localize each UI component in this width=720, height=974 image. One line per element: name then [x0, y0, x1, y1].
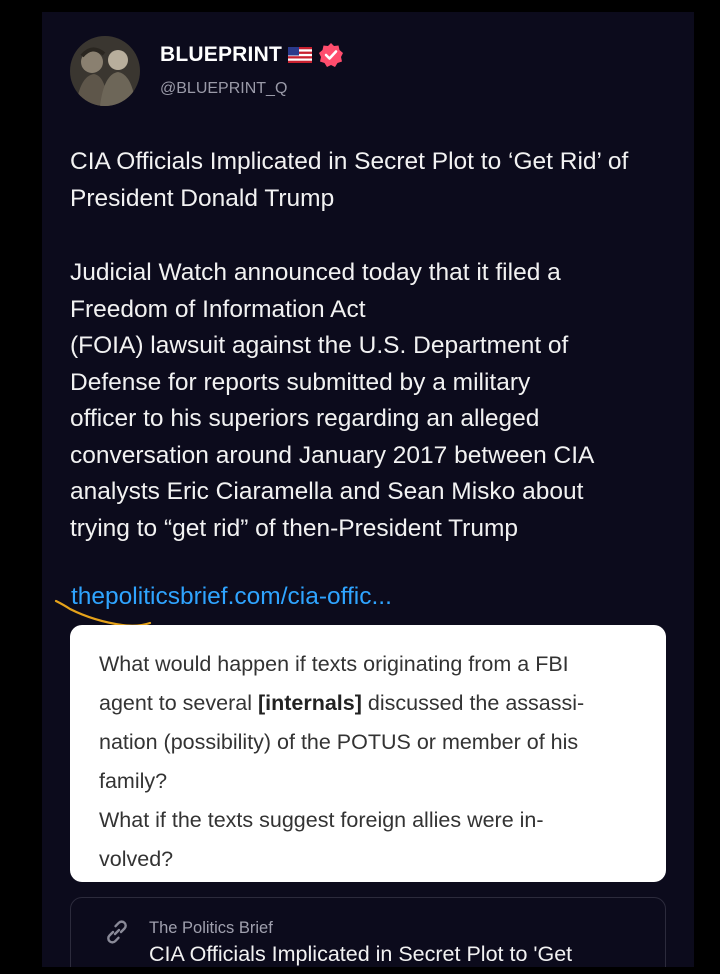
preview-source: The Politics Brief: [149, 919, 273, 937]
author-name-text: BLUEPRINT: [160, 43, 282, 66]
post-body: Judicial Watch announced today that it f…: [70, 255, 670, 547]
link-icon: [107, 920, 127, 944]
body-line: Defense for reports submitted by a milit…: [70, 368, 531, 396]
preview-title: CIA Officials Implicated in Secret Plot …: [149, 942, 573, 966]
quote-bold-text: [internals]: [257, 691, 362, 715]
body-line: trying to “get rid” of then-President Tr…: [70, 514, 518, 542]
avatar-image: [70, 36, 140, 106]
post-card: BLUEPRINT @BLUEPRINT_Q CIA Officials Imp…: [42, 12, 694, 967]
quote-line: volved?: [99, 847, 174, 871]
author-handle[interactable]: @BLUEPRINT_Q: [160, 80, 287, 98]
us-flag-icon: [287, 47, 312, 63]
body-line: (FOIA) lawsuit against the U.S. Departme…: [70, 332, 569, 359]
link-preview-card[interactable]: The Politics Brief CIA Officials Implica…: [70, 897, 666, 967]
post-headline: CIA Officials Implicated in Secret Plot …: [70, 148, 629, 212]
verified-badge-icon: [318, 43, 343, 67]
body-line: analysts Eric Ciaramella and Sean Misko …: [70, 478, 584, 505]
body-line: officer to his superiors regarding an al…: [70, 405, 540, 432]
quote-text: discussed the assassi-: [361, 691, 585, 715]
quote-line: What would happen if texts originating f…: [99, 652, 569, 676]
quote-text: agent to several: [99, 691, 258, 715]
quote-line: family?: [99, 769, 168, 793]
body-line: Judicial Watch announced today that it f…: [70, 259, 561, 286]
body-line: conversation around January 2017 between…: [70, 441, 595, 469]
author-name[interactable]: BLUEPRINT: [160, 42, 344, 68]
quoted-text-card: What would happen if texts originating f…: [70, 625, 666, 882]
body-line: Freedom of Information Act: [70, 295, 366, 323]
quote-line: agent to several [internals] discussed t…: [99, 684, 644, 723]
quote-line: What if the texts suggest foreign allies…: [99, 808, 544, 832]
avatar[interactable]: [70, 36, 140, 106]
quote-line: nation (possibility) of the POTUS or mem…: [99, 730, 579, 754]
